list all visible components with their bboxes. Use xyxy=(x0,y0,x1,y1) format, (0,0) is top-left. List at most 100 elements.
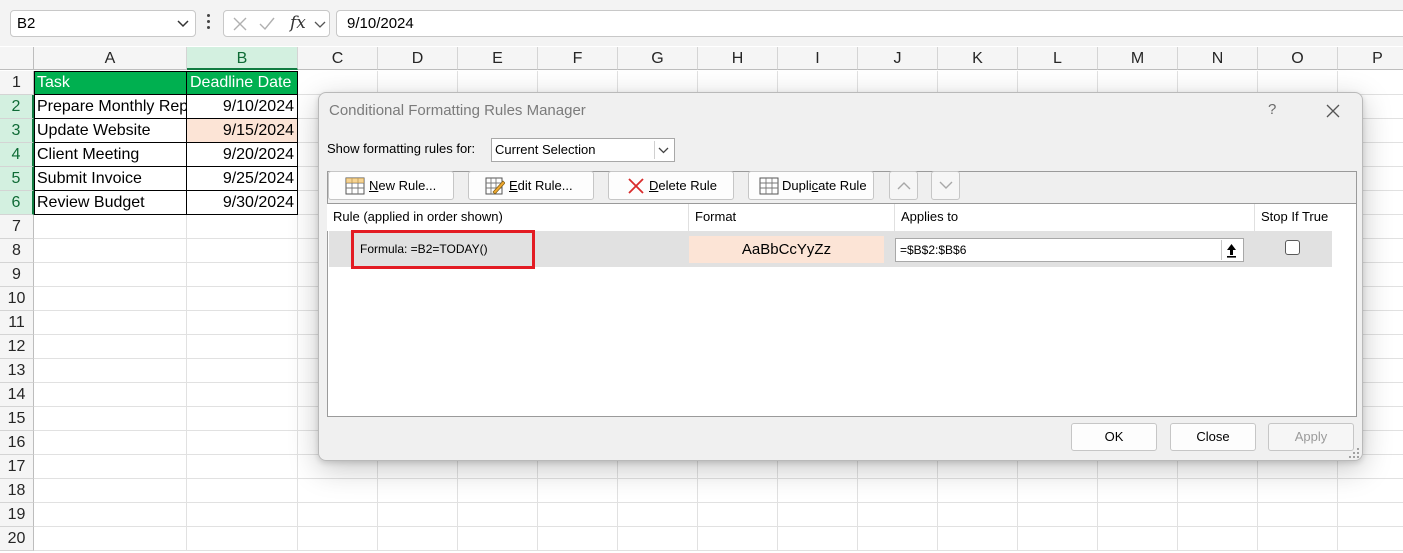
column-header-m[interactable]: M xyxy=(1098,47,1178,70)
grid-cell[interactable] xyxy=(187,407,298,431)
name-box[interactable]: B2 xyxy=(10,10,196,37)
enter-check-icon[interactable] xyxy=(258,16,276,32)
grid-cell[interactable] xyxy=(34,407,187,431)
cell-a1[interactable]: Task xyxy=(34,71,187,95)
grid-cell[interactable] xyxy=(1018,503,1098,527)
grid-cell[interactable] xyxy=(1098,527,1178,551)
cell-b6[interactable]: 9/30/2024 xyxy=(187,191,298,215)
row-header-16[interactable]: 16 xyxy=(0,431,34,455)
edit-rule-button[interactable]: Edit Rule... xyxy=(468,171,594,200)
grid-cell[interactable] xyxy=(698,503,778,527)
grid-cell[interactable] xyxy=(458,527,538,551)
grid-cell[interactable] xyxy=(187,311,298,335)
grid-cell[interactable] xyxy=(187,287,298,311)
cell-b3[interactable]: 9/15/2024 xyxy=(187,119,298,143)
col-header-applies-to[interactable]: Applies to xyxy=(895,204,1255,231)
grid-cell[interactable] xyxy=(187,335,298,359)
row-header-3[interactable]: 3 xyxy=(0,119,34,143)
grid-cell[interactable] xyxy=(187,455,298,479)
grid-cell[interactable] xyxy=(458,479,538,503)
grid-cell[interactable] xyxy=(298,503,378,527)
applies-to-field[interactable]: =$B$2:$B$6 xyxy=(895,238,1244,262)
column-header-k[interactable]: K xyxy=(938,47,1018,70)
grid-cell[interactable] xyxy=(1178,527,1258,551)
grid-cell[interactable] xyxy=(618,479,698,503)
chevron-down-icon[interactable] xyxy=(177,11,189,44)
move-up-button[interactable] xyxy=(889,171,918,200)
row-header-11[interactable]: 11 xyxy=(0,311,34,335)
column-header-j[interactable]: J xyxy=(858,47,938,70)
col-header-rule[interactable]: Rule (applied in order shown) xyxy=(327,204,689,231)
close-button[interactable]: Close xyxy=(1170,423,1256,451)
grid-cell[interactable] xyxy=(858,479,938,503)
grid-cell[interactable] xyxy=(778,479,858,503)
column-header-o[interactable]: O xyxy=(1258,47,1338,70)
grid-cell[interactable] xyxy=(1178,503,1258,527)
column-header-a[interactable]: A xyxy=(34,47,187,70)
column-header-f[interactable]: F xyxy=(538,47,618,70)
grid-cell[interactable] xyxy=(34,479,187,503)
grid-cell[interactable] xyxy=(858,503,938,527)
cell-b2[interactable]: 9/10/2024 xyxy=(187,95,298,119)
row-header-9[interactable]: 9 xyxy=(0,263,34,287)
grid-cell[interactable] xyxy=(187,263,298,287)
resize-grip-icon[interactable] xyxy=(1348,447,1360,459)
row-header-7[interactable]: 7 xyxy=(0,215,34,239)
grid-cell[interactable] xyxy=(1338,479,1403,503)
delete-rule-button[interactable]: Delete Rule xyxy=(608,171,734,200)
grid-cell[interactable] xyxy=(34,383,187,407)
column-header-d[interactable]: D xyxy=(378,47,458,70)
cell-b1[interactable]: Deadline Date xyxy=(187,71,298,95)
grid-cell[interactable] xyxy=(938,503,1018,527)
cell-a4[interactable]: Client Meeting xyxy=(34,143,187,167)
grid-cell[interactable] xyxy=(34,263,187,287)
grid-cell[interactable] xyxy=(34,287,187,311)
grid-cell[interactable] xyxy=(458,503,538,527)
column-header-i[interactable]: I xyxy=(778,47,858,70)
column-header-p[interactable]: P xyxy=(1338,47,1403,70)
grid-cell[interactable] xyxy=(187,359,298,383)
chevron-down-icon[interactable] xyxy=(654,141,672,159)
select-all-corner[interactable] xyxy=(0,47,34,70)
grid-cell[interactable] xyxy=(34,455,187,479)
row-header-10[interactable]: 10 xyxy=(0,287,34,311)
grid-cell[interactable] xyxy=(538,479,618,503)
grid-cell[interactable] xyxy=(187,383,298,407)
close-icon[interactable] xyxy=(1325,103,1341,119)
col-header-format[interactable]: Format xyxy=(689,204,895,231)
grid-cell[interactable] xyxy=(538,503,618,527)
formula-input[interactable]: 9/10/2024 xyxy=(336,10,1403,37)
grid-cell[interactable] xyxy=(298,479,378,503)
column-header-l[interactable]: L xyxy=(1018,47,1098,70)
grid-cell[interactable] xyxy=(538,527,618,551)
grid-cell[interactable] xyxy=(858,527,938,551)
cell-a2[interactable]: Prepare Monthly Report xyxy=(34,95,187,119)
grid-cell[interactable] xyxy=(1018,479,1098,503)
col-header-stop-if-true[interactable]: Stop If True xyxy=(1255,204,1332,231)
collapse-dialog-icon[interactable] xyxy=(1221,240,1241,260)
column-header-c[interactable]: C xyxy=(298,47,378,70)
grid-cell[interactable] xyxy=(618,503,698,527)
help-icon[interactable]: ? xyxy=(1268,101,1276,118)
grid-cell[interactable] xyxy=(187,215,298,239)
row-header-8[interactable]: 8 xyxy=(0,239,34,263)
row-header-19[interactable]: 19 xyxy=(0,503,34,527)
row-header-2[interactable]: 2 xyxy=(0,95,34,119)
duplicate-rule-button[interactable]: Duplicate Rule xyxy=(748,171,874,200)
new-rule-button[interactable]: New Rule... xyxy=(328,171,454,200)
row-header-17[interactable]: 17 xyxy=(0,455,34,479)
apply-button[interactable]: Apply xyxy=(1268,423,1354,451)
more-options-icon[interactable] xyxy=(203,11,213,35)
grid-cell[interactable] xyxy=(1098,479,1178,503)
grid-cell[interactable] xyxy=(778,527,858,551)
column-header-n[interactable]: N xyxy=(1178,47,1258,70)
column-header-g[interactable]: G xyxy=(618,47,698,70)
cell-b4[interactable]: 9/20/2024 xyxy=(187,143,298,167)
row-header-20[interactable]: 20 xyxy=(0,527,34,551)
grid-cell[interactable] xyxy=(187,479,298,503)
grid-cell[interactable] xyxy=(1338,503,1403,527)
row-header-6[interactable]: 6 xyxy=(0,191,34,215)
grid-cell[interactable] xyxy=(298,527,378,551)
grid-cell[interactable] xyxy=(778,503,858,527)
grid-cell[interactable] xyxy=(187,527,298,551)
